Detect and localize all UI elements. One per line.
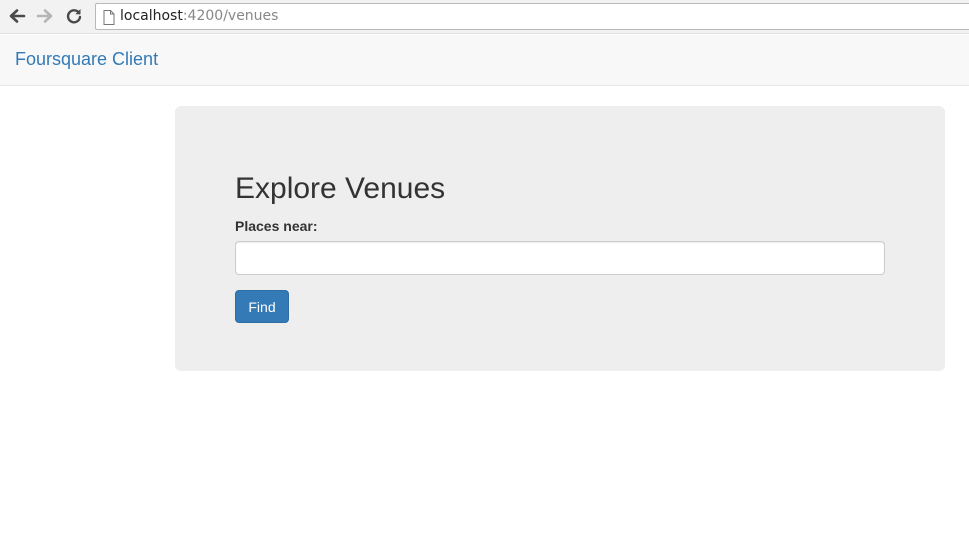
search-panel: Explore Venues Places near: Find [175,106,945,371]
back-arrow-icon [9,9,26,23]
places-near-label: Places near: [235,218,318,234]
forward-arrow-icon [36,9,53,23]
url-text: localhost:4200/venues [120,8,278,24]
app-navbar: Foursquare Client [0,35,969,86]
forward-button[interactable] [32,4,58,28]
back-button[interactable] [4,4,30,28]
find-button[interactable]: Find [235,290,289,323]
page-icon [103,10,115,25]
reload-button[interactable] [61,4,87,28]
url-host: localhost [120,8,183,24]
brand-link[interactable]: Foursquare Client [15,49,158,70]
places-near-input[interactable] [235,241,885,275]
browser-toolbar: localhost:4200/venues [0,0,969,34]
address-bar[interactable]: localhost:4200/venues [95,3,969,30]
page-title: Explore Venues [235,172,446,205]
url-path: :4200/venues [182,8,279,24]
reload-icon [66,9,82,24]
